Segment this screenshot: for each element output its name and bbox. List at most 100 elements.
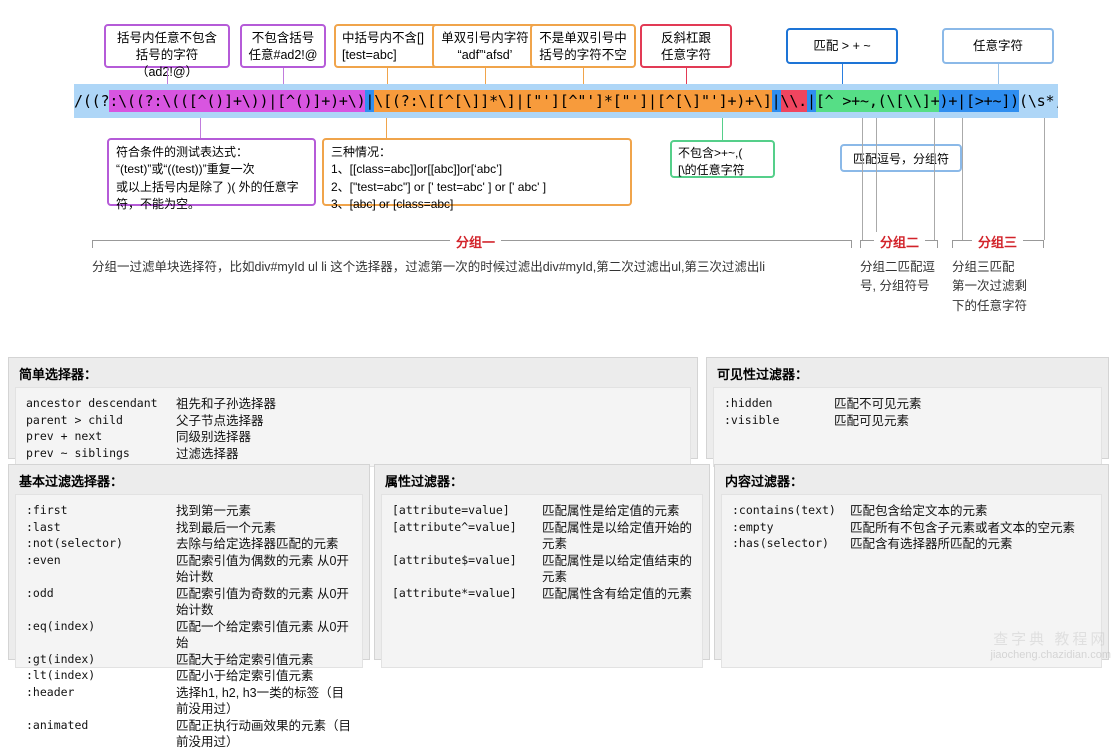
selector-key: :has(selector)	[732, 536, 829, 550]
selector-key: :odd	[26, 585, 54, 600]
panel-title: 基本过滤选择器：	[19, 474, 124, 489]
callout-not-contains: 不包含>+~,( [\的任意字符	[670, 140, 775, 178]
leader-line-10	[386, 118, 387, 138]
reference-row: :eq(index) 匹配一个给定索引值元素 从0开始	[26, 619, 352, 652]
reference-row: parent > child 父子节点选择器	[26, 413, 680, 430]
panel-title: 可见性过滤器：	[717, 367, 809, 382]
selector-key: :last	[26, 519, 61, 534]
reference-row: :header 选择h1, h2, h3一类的标签（目前没用过）	[26, 685, 352, 718]
selector-description: 匹配大于给定索引值元素	[176, 652, 314, 667]
regex-segment-9: |	[957, 90, 966, 112]
regex-pattern-strip: /((?:\((?:\(([^()]+\))|[^()]+)+\) | \[(?:\…	[74, 84, 1058, 118]
panel-attribute-filters: 属性过滤器： [attribute=value] 匹配属性是给定值的元素 [attr…	[374, 464, 710, 668]
panel-body: [attribute=value] 匹配属性是给定值的元素 [attribute^=…	[381, 494, 703, 668]
selector-description: 父子节点选择器	[176, 413, 264, 428]
selector-description: 匹配不可见元素	[834, 397, 922, 411]
selector-description: 匹配属性是给定值的元素	[542, 504, 680, 518]
regex-segment-0: /((?	[74, 92, 110, 110]
selector-description: 匹配正执行动画效果的元素（目前没用过）	[176, 718, 352, 750]
selector-key: prev + next	[26, 429, 103, 443]
reference-row: :not(selector) 去除与给定选择器匹配的元素	[26, 536, 352, 553]
group-two-desc: 分组二匹配逗 号, 分组符号	[860, 260, 936, 294]
selector-key: :lt(index)	[26, 668, 96, 682]
selector-key: [attribute*=value]	[392, 585, 517, 600]
watermark-url: jiaocheng.chazidian.com	[990, 649, 1111, 662]
watermark-brand: 查字典 教程网	[993, 630, 1109, 648]
callout-match-combinators: 匹配 > + ~	[786, 28, 898, 64]
group-two-label: 分组二	[874, 232, 926, 251]
callout-three-cases: 三种情况： 1、[[class=abc]]or[[abc]]or[‘abc’] …	[322, 138, 632, 211]
reference-row: prev ~ siblings 过滤选择器	[26, 446, 680, 463]
selector-key: ancestor descendant	[26, 396, 158, 410]
reference-row: :has(selector) 匹配含有选择器所匹配的元素	[732, 536, 1091, 553]
panel-basic-filters: 基本过滤选择器： :first 找到第一元素:last 找到最后一个元素:not(s…	[8, 464, 370, 749]
regex-segment-1: :\((?:\(([^()]+\))|[^()]+)+\)	[109, 90, 366, 112]
selector-description: 匹配包含给定文本的元素	[850, 504, 988, 518]
selector-description: 匹配索引值为偶数的元素 从0开始计数	[176, 553, 349, 585]
reference-row: [attribute^=value] 匹配属性是以给定值开始的元素	[392, 520, 692, 553]
panel-title: 属性过滤器：	[385, 474, 464, 489]
regex-segment-4: |	[771, 90, 781, 112]
watermark: 查字典 教程网 jiaocheng.chazidian.com	[991, 631, 1111, 664]
callout-any-char: 任意字符	[942, 28, 1054, 64]
infographic-canvas: 括号内任意不包含 括号的字符（ad2!@） 不包含括号 任意#ad2!@ 中括号…	[0, 0, 1117, 749]
selector-description: 匹配一个给定索引值元素 从0开始	[176, 619, 349, 651]
reference-row: :odd 匹配索引值为奇数的元素 从0开始计数	[26, 586, 352, 619]
panel-title: 简单选择器：	[19, 367, 98, 382]
selector-key: prev ~ siblings	[26, 445, 130, 460]
selector-key: :not(selector)	[26, 536, 123, 550]
selector-key: :contains(text)	[732, 503, 836, 517]
reference-row: [attribute$=value] 匹配属性是以给定值结束的元素	[392, 553, 692, 586]
panel-body: ancestor descendant 祖先和子孙选择器 parent > chil…	[15, 387, 691, 467]
regex-segment-2: |	[365, 90, 375, 112]
regex-segment-11: (\s*,\s*)?((?:.|\r|\n)*)/g,	[1019, 92, 1058, 110]
selector-key: :even	[26, 552, 61, 567]
leader-line-8	[998, 64, 999, 86]
selector-key: :empty	[732, 519, 774, 534]
selector-description: 选择h1, h2, h3一类的标签（目前没用过）	[176, 685, 345, 717]
selector-key: [attribute^=value]	[392, 519, 517, 534]
regex-segment-6: |	[807, 90, 816, 112]
regex-segment-7: [^ >+~,(\[\\]+	[815, 90, 940, 112]
selector-key: [attribute$=value]	[392, 552, 517, 567]
callout-test-expression: 符合条件的测试表达式： “(test)”或“((test))”重复一次 或以上括…	[107, 138, 316, 211]
selector-description: 匹配可见元素	[834, 413, 910, 428]
reference-row: :animated 匹配正执行动画效果的元素（目前没用过）	[26, 718, 352, 751]
panel-body: :first 找到第一元素 :last 找到最后一个元素 :not(selector) 去…	[15, 494, 363, 749]
selector-description: 匹配索引值为奇数的元素 从0开始计数	[176, 586, 349, 618]
reference-row: :visible 匹配可见元素	[724, 413, 1091, 430]
leader-line-14	[934, 118, 935, 240]
reference-row: :contains(text) 匹配包含给定文本的元素	[732, 503, 1091, 520]
regex-segment-3: \[(?:\[[^[\]]*\]|["'][^"']*["']|[^[\]"']…	[374, 90, 772, 112]
callout-no-paren-any: 不包含括号 任意#ad2!@	[240, 24, 326, 68]
reference-row: [attribute=value] 匹配属性是给定值的元素	[392, 503, 692, 520]
regex-segment-10: [>+~])	[966, 90, 1019, 112]
selector-description: 找到最后一个元素	[176, 520, 277, 535]
leader-line-13	[876, 118, 877, 240]
reference-row: :lt(index) 匹配小于给定索引值元素	[26, 668, 352, 685]
group-three-desc: 分组三匹配 第一次过滤剩 下的任意字符	[952, 260, 1028, 313]
panel-title: 内容过滤器：	[725, 474, 804, 489]
group-one-desc: 分组一过滤单块选择符，比如div#myId ul li 这个选择器，过滤第一次的…	[92, 260, 765, 274]
leader-line-11	[722, 118, 723, 140]
selector-description: 过滤选择器	[176, 446, 239, 461]
reference-row: :empty 匹配所有不包含子元素或者文本的空元素	[732, 520, 1091, 537]
selector-description: 去除与给定选择器匹配的元素	[176, 537, 339, 551]
selector-key: parent > child	[26, 412, 123, 427]
selector-key: :eq(index)	[26, 618, 96, 633]
panel-body: :hidden 匹配不可见元素:visible 匹配可见元素	[713, 387, 1102, 467]
selector-description: 匹配属性是以给定值开始的元素	[542, 520, 693, 552]
selector-description: 匹配含有选择器所匹配的元素	[850, 537, 1013, 551]
panel-simple-selectors: 简单选择器： ancestor descendant 祖先和子孙选择器 parent…	[8, 357, 698, 467]
reference-row: [attribute*=value] 匹配属性含有给定值的元素	[392, 586, 692, 603]
selector-key: [attribute=value]	[392, 503, 510, 517]
reference-row: :last 找到最后一个元素	[26, 520, 352, 537]
selector-key: :first	[26, 503, 68, 517]
regex-segment-5: \\.	[780, 90, 807, 112]
group-one-label: 分组一	[450, 232, 502, 251]
leader-line-7	[842, 64, 843, 86]
reference-row: :hidden 匹配不可见元素	[724, 396, 1091, 413]
selector-description: 找到第一元素	[176, 504, 252, 518]
leader-line-15	[962, 118, 963, 240]
selector-key: :header	[26, 684, 75, 699]
